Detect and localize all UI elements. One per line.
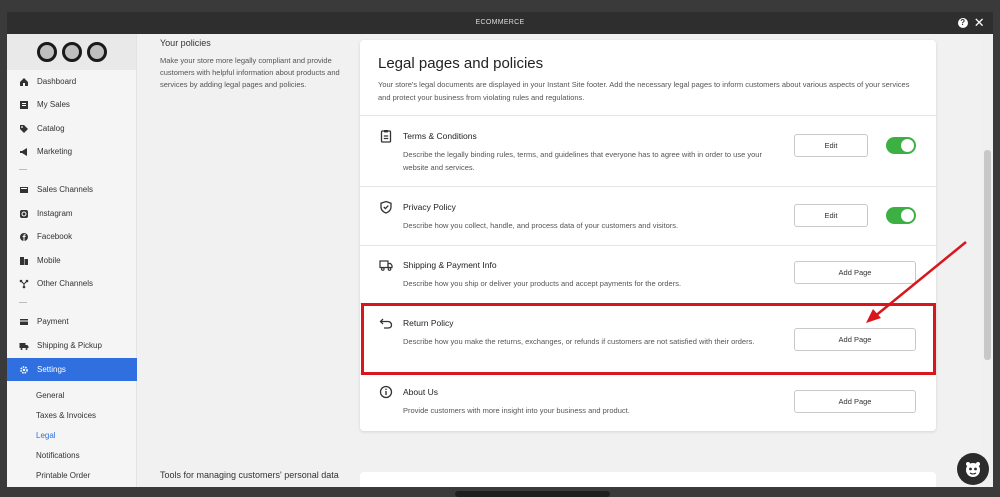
sidebar-item-label: Facebook — [37, 232, 73, 241]
instagram-icon — [19, 209, 29, 219]
scrollbar[interactable] — [982, 34, 993, 487]
policy-row-about: About Us Provide customers with more ins… — [360, 373, 936, 431]
sidebar-item-label: Marketing — [37, 147, 73, 156]
sidebar-subitem-notifications[interactable]: Notifications — [36, 451, 80, 460]
policy-row-terms: Terms & Conditions Describe the legally … — [360, 115, 936, 186]
policy-description: Describe the legally binding rules, term… — [403, 150, 762, 172]
sidebar-item-other-channels[interactable]: Other Channels — [7, 272, 137, 295]
policy-title: Privacy Policy — [403, 202, 456, 212]
sidebar-item-label: Shipping & Pickup — [37, 341, 102, 350]
sidebar-item-marketing[interactable]: Marketing — [7, 140, 137, 163]
sidebar-item-settings[interactable]: Settings — [7, 358, 137, 381]
sidebar-item-label: Sales Channels — [37, 185, 94, 194]
sidebar-item-instagram[interactable]: Instagram — [7, 202, 137, 225]
policy-row-shipping: Shipping & Payment Info Describe how you… — [360, 245, 936, 303]
policy-title: About Us — [403, 387, 438, 397]
mobile-icon — [19, 256, 29, 266]
sidebar-item-label: My Sales — [37, 100, 70, 109]
tag-icon — [19, 124, 29, 134]
sidebar-item-label: Settings — [37, 365, 66, 374]
sidebar-item-label: Other Channels — [37, 279, 94, 288]
policy-toggle[interactable] — [886, 207, 916, 224]
scrollbar-thumb[interactable] — [984, 150, 991, 360]
window-frame: ECOMMERCE ? ✕ Dashboard My Sales Catalog — [0, 0, 1000, 497]
annotation-highlight-box — [361, 303, 936, 375]
edit-button[interactable]: Edit — [794, 204, 868, 227]
window-title: ECOMMERCE — [475, 19, 525, 26]
sidebar: Dashboard My Sales Catalog Marketing Sal… — [7, 34, 137, 487]
document-icon — [379, 129, 393, 143]
sidebar-divider — [19, 302, 27, 303]
sidebar-item-label: Instagram — [37, 209, 73, 218]
sidebar-subitem-legal[interactable]: Legal — [36, 431, 56, 440]
shield-icon — [379, 200, 393, 214]
facebook-icon — [19, 232, 29, 242]
share-icon — [19, 279, 29, 289]
sidebar-item-label: Mobile — [37, 256, 61, 265]
policy-title: Terms & Conditions — [403, 131, 477, 141]
policy-description: Describe how you ship or deliver your pr… — [403, 279, 682, 288]
add-page-button[interactable]: Add Page — [794, 261, 916, 284]
channels-icon — [19, 185, 29, 195]
help-icon[interactable]: ? — [957, 18, 968, 28]
card-title: Legal pages and policies — [378, 55, 544, 72]
info-icon — [379, 385, 393, 399]
policy-description: Describe how you collect, handle, and pr… — [403, 221, 679, 230]
policy-row-privacy: Privacy Policy Describe how you collect,… — [360, 186, 936, 245]
sidebar-item-my-sales[interactable]: My Sales — [7, 93, 137, 116]
sidebar-item-label: Dashboard — [37, 77, 77, 86]
sales-icon — [19, 100, 29, 110]
policy-toggle[interactable] — [886, 137, 916, 154]
sidebar-subitem-general[interactable]: General — [36, 391, 64, 400]
sidebar-subitem-taxes-invoices[interactable]: Taxes & Invoices — [36, 411, 96, 420]
policies-description: Your policies Make your store more legal… — [160, 38, 355, 91]
megaphone-icon — [19, 147, 29, 157]
bottom-scroll-indicator — [455, 491, 610, 497]
card-icon — [19, 317, 29, 327]
sidebar-item-label: Catalog — [37, 124, 65, 133]
card-intro: Your store's legal documents are display… — [378, 80, 910, 102]
store-logo[interactable] — [7, 34, 136, 70]
chat-assistant-icon[interactable] — [957, 453, 989, 485]
section-text: Make your store more legally compliant a… — [160, 56, 340, 89]
edit-button[interactable]: Edit — [794, 134, 868, 157]
add-page-button[interactable]: Add Page — [794, 390, 916, 413]
section-heading: Your policies — [160, 38, 211, 48]
sidebar-subitem-printable-order[interactable]: Printable Order — [36, 471, 90, 480]
sidebar-divider — [19, 169, 27, 170]
tools-card — [360, 472, 936, 487]
sidebar-item-facebook[interactable]: Facebook — [7, 225, 137, 248]
sidebar-item-catalog[interactable]: Catalog — [7, 117, 137, 140]
policy-title: Shipping & Payment Info — [403, 260, 497, 270]
policy-description: Provide customers with more insight into… — [403, 406, 630, 415]
truck-icon — [19, 341, 29, 351]
gear-icon — [19, 365, 29, 375]
sidebar-item-mobile[interactable]: Mobile — [7, 249, 137, 272]
app-content: Dashboard My Sales Catalog Marketing Sal… — [7, 34, 993, 487]
sidebar-item-dashboard[interactable]: Dashboard — [7, 70, 137, 93]
close-icon[interactable]: ✕ — [974, 16, 985, 29]
home-icon — [19, 77, 29, 87]
truck-icon — [379, 258, 393, 272]
sidebar-item-label: Payment — [37, 317, 69, 326]
sidebar-item-shipping-pickup[interactable]: Shipping & Pickup — [7, 334, 137, 357]
window-titlebar: ECOMMERCE ? ✕ — [7, 12, 993, 34]
sidebar-item-payment[interactable]: Payment — [7, 310, 137, 333]
tools-heading: Tools for managing customers' personal d… — [160, 470, 339, 480]
sidebar-item-sales-channels[interactable]: Sales Channels — [7, 178, 137, 201]
